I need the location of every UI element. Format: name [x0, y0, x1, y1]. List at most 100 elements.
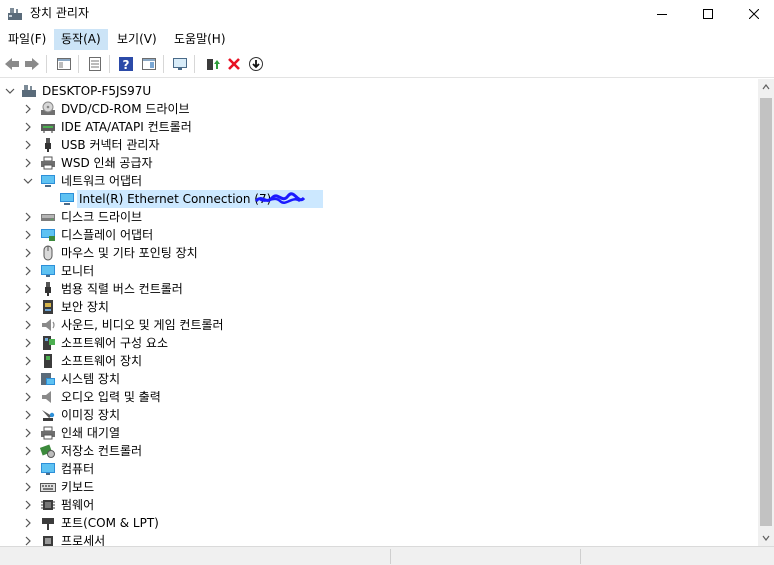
expand-chevron-icon[interactable] — [20, 317, 36, 333]
expand-chevron-icon[interactable] — [20, 281, 36, 297]
tree-root[interactable]: DESKTOP-F5JS97U — [0, 82, 758, 100]
expand-chevron-icon[interactable] — [20, 263, 36, 279]
tree-category-audio[interactable]: 오디오 입력 및 출력 — [0, 388, 758, 406]
tree-category-wsd[interactable]: WSD 인쇄 공급자 — [0, 154, 758, 172]
menu-view[interactable]: 보기(V) — [110, 29, 164, 50]
print-queue-icon — [41, 426, 55, 440]
collapse-chevron-icon[interactable] — [20, 173, 36, 189]
tree-category-security[interactable]: 보안 장치 — [0, 298, 758, 316]
tree-category-label: 범용 직렬 버스 컨트롤러 — [61, 282, 183, 296]
close-button[interactable] — [731, 0, 774, 28]
tree-category-usb-connector[interactable]: USB 커넥터 관리자 — [0, 136, 758, 154]
expand-chevron-icon[interactable] — [20, 371, 36, 387]
menu-file[interactable]: 파일(F) — [1, 29, 53, 50]
show-hide-console-tree-button[interactable] — [54, 54, 74, 74]
expand-chevron-icon[interactable] — [20, 425, 36, 441]
properties-list-button[interactable] — [85, 54, 105, 74]
tree-device-ethernet[interactable]: Intel(R) Ethernet Connection (7) — [0, 190, 758, 208]
expand-chevron-icon[interactable] — [20, 245, 36, 261]
tree-category-processor[interactable]: 프로세서 — [0, 532, 758, 546]
expand-chevron-icon[interactable] — [20, 533, 36, 546]
computer-desktop-icon — [22, 85, 36, 97]
tree-category-keyboard[interactable]: 키보드 — [0, 478, 758, 496]
tree-category-label: 키보드 — [61, 480, 95, 494]
usb-connector-icon — [45, 138, 51, 152]
tree-category-system[interactable]: 시스템 장치 — [0, 370, 758, 388]
tree-category-print-queue[interactable]: 인쇄 대기열 — [0, 424, 758, 442]
tree-category-disk[interactable]: 디스크 드라이브 — [0, 208, 758, 226]
expand-chevron-icon[interactable] — [20, 137, 36, 153]
tree-category-firmware[interactable]: 펌웨어 — [0, 496, 758, 514]
expand-chevron-icon[interactable] — [20, 155, 36, 171]
help-button[interactable]: ? — [116, 54, 136, 74]
tree-category-label: 마우스 및 기타 포인팅 장치 — [61, 246, 198, 260]
title-bar: 장치 관리자 — [0, 0, 774, 28]
tree-category-storage[interactable]: 저장소 컨트롤러 — [0, 442, 758, 460]
tree-category-ports[interactable]: 포트(COM & LPT) — [0, 514, 758, 532]
menu-action[interactable]: 동작(A) — [54, 29, 108, 50]
software-device-icon — [44, 354, 52, 368]
tree-category-label: 프로세서 — [61, 534, 106, 546]
svg-text:?: ? — [123, 58, 130, 72]
collapse-chevron-icon[interactable] — [2, 83, 18, 99]
view-options-button[interactable] — [139, 54, 159, 74]
mouse-icon — [43, 245, 53, 261]
tree-category-software-device[interactable]: 소프트웨어 장치 — [0, 352, 758, 370]
tree-category-display[interactable]: 디스플레이 어댑터 — [0, 226, 758, 244]
firmware-icon — [41, 500, 55, 510]
tree-category-mouse[interactable]: 마우스 및 기타 포인팅 장치 — [0, 244, 758, 262]
toolbar-separator — [194, 55, 195, 73]
tree-category-ide[interactable]: IDE ATA/ATAPI 컨트롤러 — [0, 118, 758, 136]
expand-chevron-icon[interactable] — [20, 497, 36, 513]
tree-category-usb-controller[interactable]: 범용 직렬 버스 컨트롤러 — [0, 280, 758, 298]
tree-category-imaging[interactable]: 이미징 장치 — [0, 406, 758, 424]
expand-chevron-icon[interactable] — [20, 389, 36, 405]
expand-chevron-icon[interactable] — [20, 119, 36, 135]
tree-category-software-component[interactable]: 소프트웨어 구성 요소 — [0, 334, 758, 352]
expand-chevron-icon[interactable] — [20, 209, 36, 225]
toolbar-separator — [78, 55, 79, 73]
ide-controller-icon — [41, 124, 55, 133]
expand-chevron-icon[interactable] — [20, 407, 36, 423]
minimize-button[interactable] — [639, 0, 685, 28]
security-device-icon — [43, 300, 53, 314]
scan-hardware-button[interactable] — [170, 54, 190, 74]
tree-category-computer[interactable]: 컴퓨터 — [0, 460, 758, 478]
expand-chevron-icon[interactable] — [20, 227, 36, 243]
tree-category-label: 컴퓨터 — [61, 462, 95, 476]
expand-chevron-icon[interactable] — [20, 479, 36, 495]
expand-chevron-icon[interactable] — [20, 461, 36, 477]
forward-button[interactable] — [22, 54, 42, 74]
vertical-scrollbar[interactable] — [758, 79, 774, 546]
tree-category-label: USB 커넥터 관리자 — [61, 138, 160, 152]
maximize-button[interactable] — [685, 0, 731, 28]
tree-category-label: 오디오 입력 및 출력 — [61, 390, 161, 404]
scrollbar-thumb[interactable] — [760, 98, 772, 526]
maximize-icon — [703, 9, 713, 19]
update-driver-button[interactable] — [202, 54, 222, 74]
tree-category-dvd[interactable]: DVD/CD-ROM 드라이브 — [0, 100, 758, 118]
expand-chevron-icon[interactable] — [20, 335, 36, 351]
scroll-up-button[interactable] — [758, 79, 774, 95]
expand-chevron-icon[interactable] — [20, 515, 36, 531]
expand-chevron-icon[interactable] — [20, 353, 36, 369]
status-divider — [390, 549, 391, 564]
menu-help[interactable]: 도움말(H) — [167, 29, 233, 50]
speaker-icon — [42, 319, 55, 331]
properties-page-icon — [89, 57, 101, 71]
expand-chevron-icon[interactable] — [20, 101, 36, 117]
tree-category-sound[interactable]: 사운드, 비디오 및 게임 컨트롤러 — [0, 316, 758, 334]
expand-chevron-icon[interactable] — [20, 299, 36, 315]
dvd-drive-icon — [41, 101, 55, 115]
expand-chevron-icon[interactable] — [20, 443, 36, 459]
tree-category-monitor[interactable]: 모니터 — [0, 262, 758, 280]
tree-category-label: 인쇄 대기열 — [61, 426, 121, 440]
enable-device-button[interactable] — [246, 54, 266, 74]
tree-category-label: 사운드, 비디오 및 게임 컨트롤러 — [61, 318, 224, 332]
toolbar-separator — [109, 55, 110, 73]
camera-icon — [42, 410, 55, 421]
uninstall-device-button[interactable] — [224, 54, 244, 74]
back-button[interactable] — [2, 54, 22, 74]
tree-category-network-adapter[interactable]: 네트워크 어댑터 — [0, 172, 758, 190]
scroll-down-button[interactable] — [758, 530, 774, 546]
